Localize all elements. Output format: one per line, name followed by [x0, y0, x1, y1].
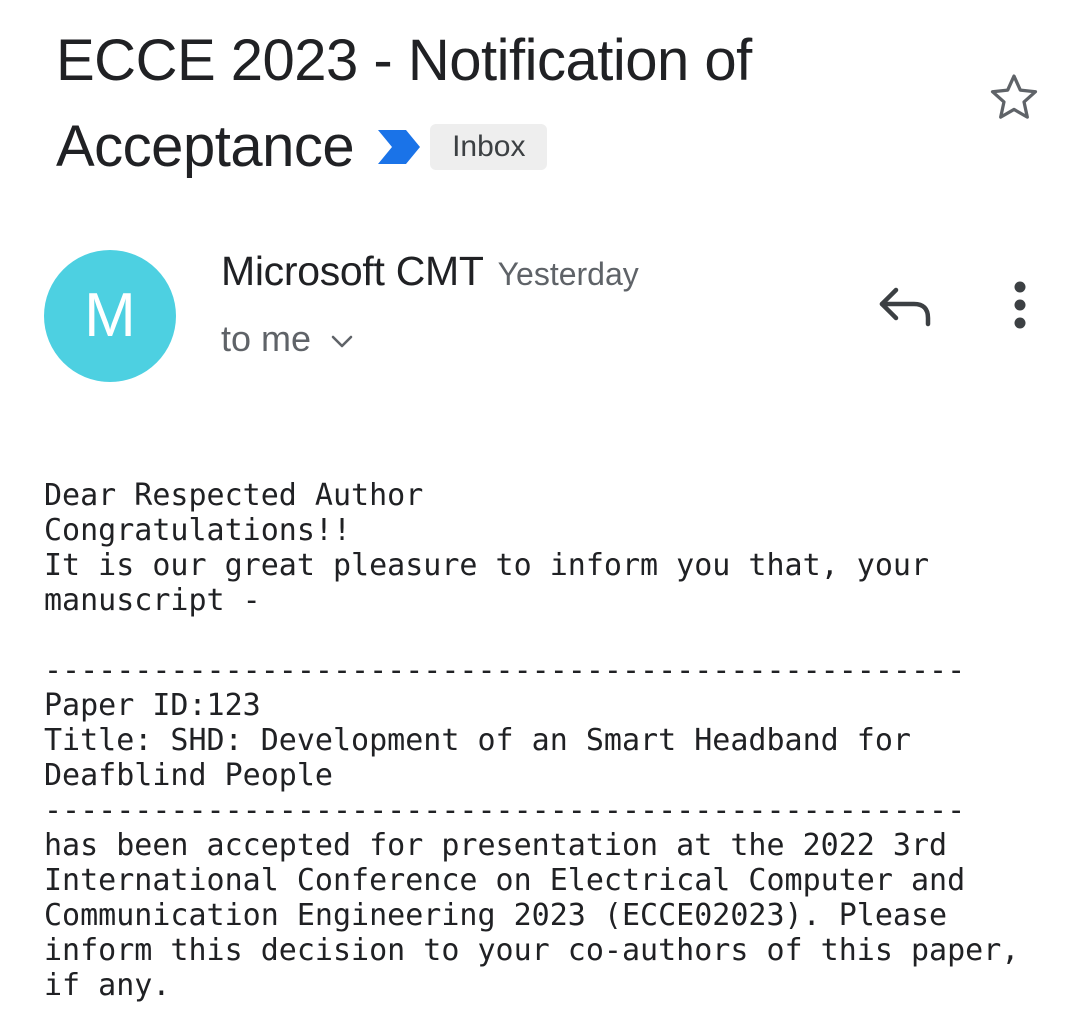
divider-line: ----------------------------------------… [44, 653, 966, 688]
body-line: It is our great pleasure to inform you t… [44, 548, 930, 583]
recipient-details-toggle[interactable]: to me [221, 318, 355, 360]
star-icon[interactable] [986, 70, 1042, 126]
subject-line-1: ECCE 2023 - Notification of [56, 28, 752, 93]
email-subject: ECCE 2023 - Notification of Acceptance In… [56, 18, 956, 190]
body-line: inform this decision to your co-authors … [44, 933, 1020, 968]
body-line: if any. [44, 968, 171, 1003]
reply-icon[interactable] [872, 278, 938, 334]
subject-line-2-text: Acceptance [56, 114, 355, 179]
paper-title: Title: SHD: Development of an Smart Head… [44, 723, 911, 758]
avatar[interactable]: M [44, 250, 176, 382]
recipient-text: to me [221, 318, 312, 359]
body-line: Congratulations!! [44, 513, 352, 548]
body-line: has been accepted for presentation at th… [44, 828, 948, 863]
paper-title-continued: Deafblind People [44, 758, 333, 793]
sender-line: Microsoft CMT Yesterday [221, 248, 639, 295]
email-body: Dear Respected Author Congratulations!! … [44, 478, 1074, 1003]
body-line: manuscript - [44, 583, 261, 618]
importance-marker-icon[interactable] [376, 104, 422, 190]
divider-line: ----------------------------------------… [44, 793, 966, 828]
body-line: Dear Respected Author [44, 478, 424, 513]
body-line: International Conference on Electrical C… [44, 863, 966, 898]
sent-time: Yesterday [497, 256, 639, 292]
subject-line-2: Acceptance Inbox [56, 104, 956, 190]
inbox-label-chip[interactable]: Inbox [430, 123, 548, 170]
chevron-down-icon [329, 318, 355, 360]
sender-name[interactable]: Microsoft CMT [221, 248, 484, 294]
paper-id: Paper ID:123 [44, 688, 261, 723]
more-vert-icon[interactable] [1000, 280, 1040, 334]
body-line: Communication Engineering 2023 (ECCE0202… [44, 898, 948, 933]
